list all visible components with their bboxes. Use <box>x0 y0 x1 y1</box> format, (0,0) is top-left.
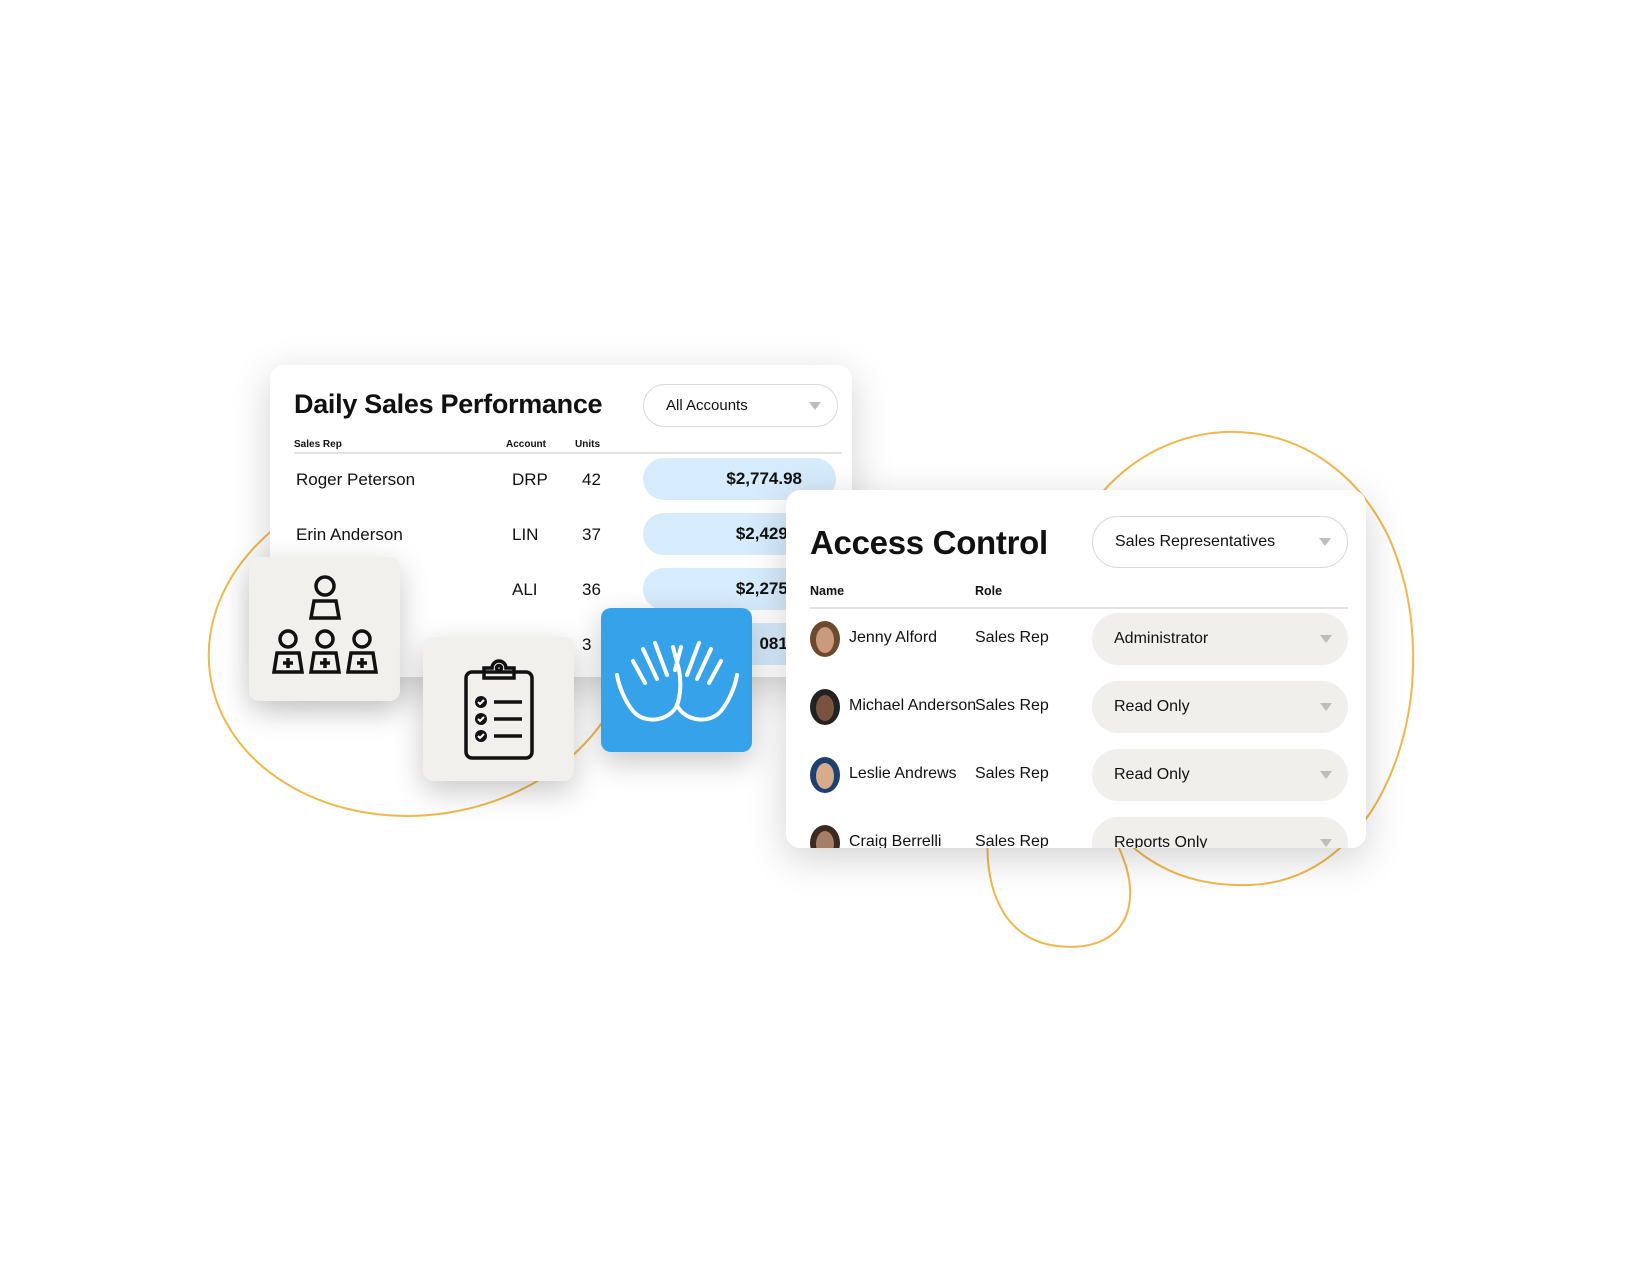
chevron-down-icon <box>1320 703 1332 711</box>
units: 37 <box>582 525 601 544</box>
avatar <box>810 621 840 657</box>
units: 3 <box>582 635 592 654</box>
chevron-down-icon <box>1320 839 1332 847</box>
chevron-down-icon <box>809 401 821 410</box>
org-chart-icon <box>271 575 378 674</box>
col-name: Name <box>810 584 845 598</box>
col-role: Role <box>975 584 1003 598</box>
access-level-dropdown[interactable]: Administrator <box>1092 613 1348 665</box>
account-filter-value: All Accounts <box>666 397 748 414</box>
access-level-value: Read Only <box>1114 698 1190 715</box>
col-sales-rep: Sales Rep <box>294 439 342 450</box>
chevron-down-icon <box>1319 538 1331 546</box>
avatar <box>810 689 840 725</box>
group-filter-dropdown[interactable]: Sales Representatives <box>1092 516 1348 568</box>
access-level-value: Administrator <box>1114 630 1209 647</box>
high-five-hands-icon <box>614 641 739 722</box>
org-chart-tile <box>249 557 400 701</box>
account-filter-dropdown[interactable]: All Accounts <box>643 384 838 427</box>
user-name: Michael Anderson <box>849 697 977 714</box>
clipboard-tile <box>423 637 574 781</box>
units: 36 <box>582 580 601 599</box>
user-role: Sales Rep <box>975 629 1049 646</box>
access-control-card: Access Control Sales Representatives Nam… <box>786 490 1366 848</box>
user-name: Jenny Alford <box>849 629 938 646</box>
account-code: LIN <box>512 525 539 544</box>
clipboard-checklist-icon <box>463 659 534 760</box>
rep-name: Roger Peterson <box>296 470 416 489</box>
avatar <box>810 825 840 848</box>
account-code: DRP <box>512 470 548 489</box>
sales-title: Daily Sales Performance <box>294 389 603 419</box>
group-filter-value: Sales Representatives <box>1115 533 1276 550</box>
avatar <box>810 757 840 793</box>
user-role: Sales Rep <box>975 833 1049 848</box>
user-name: Leslie Andrews <box>849 765 957 782</box>
access-level-dropdown[interactable]: Reports Only <box>1092 817 1348 848</box>
access-title: Access Control <box>810 524 1048 561</box>
user-role: Sales Rep <box>975 765 1049 782</box>
col-units: Units <box>575 439 600 450</box>
access-level-dropdown[interactable]: Read Only <box>1092 749 1348 801</box>
chevron-down-icon <box>1320 771 1332 779</box>
col-account: Account <box>506 439 546 450</box>
access-level-value: Read Only <box>1114 766 1190 783</box>
units: 42 <box>582 470 601 489</box>
rep-name: Erin Anderson <box>296 525 403 544</box>
user-name: Craig Berrelli <box>849 833 942 848</box>
access-level-value: Reports Only <box>1114 834 1208 848</box>
access-level-dropdown[interactable]: Read Only <box>1092 681 1348 733</box>
high-five-tile <box>601 608 752 752</box>
account-code: ALI <box>512 580 538 599</box>
user-role: Sales Rep <box>975 697 1049 714</box>
chevron-down-icon <box>1320 635 1332 643</box>
